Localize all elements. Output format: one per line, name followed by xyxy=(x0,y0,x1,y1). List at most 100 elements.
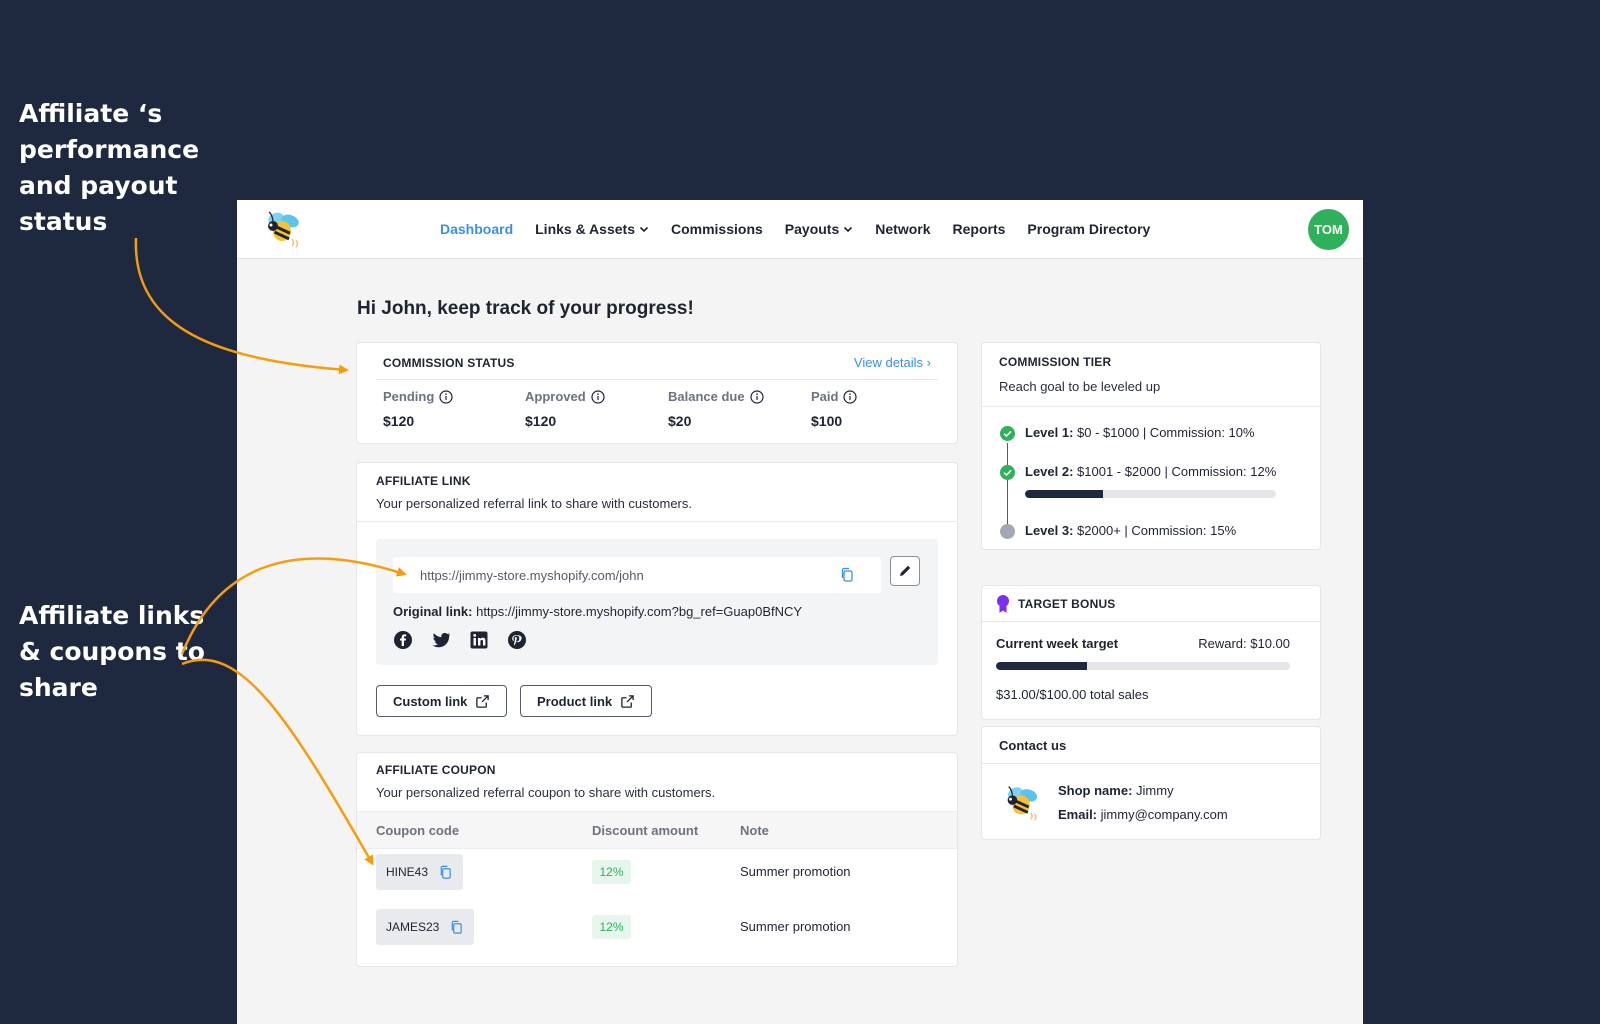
tier-progress-track xyxy=(1025,490,1276,498)
pinterest-icon[interactable] xyxy=(507,630,527,650)
nav-item-payouts[interactable]: Payouts xyxy=(785,221,853,237)
copy-icon[interactable] xyxy=(449,920,464,935)
tier-level-detail: $1001 - $2000 | Commission: 12% xyxy=(1077,464,1277,479)
target-progress-fill xyxy=(996,662,1088,670)
stat-balance-due: Balance due $20 xyxy=(668,389,764,429)
copy-icon[interactable] xyxy=(438,865,453,880)
nav-item-label: Dashboard xyxy=(440,221,514,237)
coupon-code-chip[interactable]: JAMES23 xyxy=(376,909,475,945)
commission-tier-subtitle: Reach goal to be leveled up xyxy=(999,379,1161,394)
nav-item-reports[interactable]: Reports xyxy=(953,221,1006,237)
stat-label-text: Pending xyxy=(383,389,435,404)
tier-level-1: Level 1: $0 - $1000 | Commission: 10% xyxy=(1025,425,1255,440)
commission-status-card: COMMISSION STATUS View details › Pending… xyxy=(356,342,958,444)
divider xyxy=(376,379,938,380)
tier-level-name: Level 2: xyxy=(1025,464,1074,479)
main-nav: Dashboard Links & Assets Commissions Payout… xyxy=(440,200,1150,258)
affiliate-link-title: AFFILIATE LINK xyxy=(376,474,471,488)
divider xyxy=(982,406,1320,407)
product-link-button[interactable]: Product link xyxy=(520,685,653,717)
target-progress-track xyxy=(996,662,1290,670)
copy-icon[interactable] xyxy=(839,567,855,583)
coupon-code-chip[interactable]: HINE43 xyxy=(376,854,464,890)
target-total-sales: $31.00/$100.00 total sales xyxy=(996,687,1149,702)
user-avatar[interactable]: TOM xyxy=(1308,209,1349,250)
tier-level-2: Level 2: $1001 - $2000 | Commission: 12% xyxy=(1025,464,1276,479)
affiliate-link-subtitle: Your personalized referral link to share… xyxy=(376,496,692,511)
info-icon[interactable] xyxy=(843,389,858,404)
tier-level-3: Level 3: $2000+ | Commission: 15% xyxy=(1025,523,1236,538)
nav-item-label: Commissions xyxy=(670,221,763,237)
external-link-icon xyxy=(476,694,490,708)
nav-item-links-assets[interactable]: Links & Assets xyxy=(535,221,649,237)
check-circle-icon xyxy=(1000,426,1015,441)
facebook-icon[interactable] xyxy=(393,630,413,650)
contact-us-title: Contact us xyxy=(999,738,1067,753)
page-greeting: Hi John, keep track of your progress! xyxy=(357,298,694,319)
tier-level-name: Level 3: xyxy=(1025,523,1074,538)
column-header-note: Note xyxy=(740,823,769,838)
pencil-icon xyxy=(900,565,911,576)
current-week-target-label: Current week target xyxy=(996,636,1119,651)
original-link-url: https://jimmy-store.myshopify.com?bg_ref… xyxy=(476,604,803,619)
nav-item-label: Network xyxy=(875,221,931,237)
bee-logo xyxy=(1007,786,1038,821)
tier-level-name: Level 1: xyxy=(1025,425,1074,440)
target-bonus-title: TARGET BONUS xyxy=(1018,597,1116,611)
award-ribbon-icon xyxy=(997,595,1009,613)
callout-performance: Affiliate ‘s performance and payout stat… xyxy=(19,99,200,236)
edit-link-button[interactable] xyxy=(890,556,920,586)
stat-value: $20 xyxy=(668,413,692,429)
reward-amount: Reward: $10.00 xyxy=(1198,636,1290,651)
custom-link-label: Custom link xyxy=(393,693,468,709)
original-link-label: Original link: xyxy=(393,604,473,619)
divider xyxy=(982,763,1320,764)
email-line: Email: jimmy@company.com xyxy=(1058,807,1228,822)
nav-item-label: Program Directory xyxy=(1027,221,1151,237)
target-bonus-row: Current week target Reward: $10.00 xyxy=(996,636,1290,651)
info-icon[interactable] xyxy=(591,389,605,404)
discount-badge: 12% xyxy=(592,915,631,939)
shop-name-label: Shop name: xyxy=(1058,783,1133,798)
nav-item-label: Links & Assets xyxy=(535,221,635,237)
tier-level-detail: $2000+ | Commission: 15% xyxy=(1077,523,1237,538)
linkedin-icon[interactable] xyxy=(469,630,489,650)
target-bonus-card: TARGET BONUS Current week target Reward:… xyxy=(981,585,1321,720)
column-header-discount: Discount amount xyxy=(592,823,699,838)
info-icon[interactable] xyxy=(439,389,453,404)
twitter-icon[interactable] xyxy=(431,630,451,650)
nav-item-network[interactable]: Network xyxy=(875,221,930,237)
affiliate-coupon-subtitle: Your personalized referral coupon to sha… xyxy=(376,785,716,800)
commission-tier-title: COMMISSION TIER xyxy=(999,355,1112,369)
referral-url: https://jimmy-store.myshopify.com/john xyxy=(420,567,644,583)
referral-url-field[interactable]: https://jimmy-store.myshopify.com/john xyxy=(393,557,881,593)
stat-label-text: Approved xyxy=(525,389,586,404)
divider xyxy=(357,521,957,522)
stat-label: Balance due xyxy=(668,389,764,404)
bee-logo xyxy=(268,211,299,248)
tier-level-detail: $0 - $1000 | Commission: 10% xyxy=(1077,425,1255,440)
app-window: Dashboard Links & Assets Commissions Payout… xyxy=(237,200,1363,1024)
stat-label-text: Balance due xyxy=(668,389,745,404)
info-icon[interactable] xyxy=(749,389,764,404)
discount-badge: 12% xyxy=(592,860,631,884)
affiliate-coupon-title: AFFILIATE COUPON xyxy=(376,763,496,777)
affiliate-coupon-card: AFFILIATE COUPON Your personalized refer… xyxy=(356,752,958,967)
stat-value: $100 xyxy=(811,413,843,429)
nav-item-dashboard[interactable]: Dashboard xyxy=(440,221,513,237)
link-box: https://jimmy-store.myshopify.com/john O… xyxy=(376,539,938,665)
product-link-label: Product link xyxy=(537,693,613,709)
nav-item-commissions[interactable]: Commissions xyxy=(671,221,763,237)
tier-progress-fill xyxy=(1025,490,1103,498)
coupon-table-header: Coupon code Discount amount Note xyxy=(357,811,957,849)
coupon-code: HINE43 xyxy=(386,865,429,879)
check-circle-icon xyxy=(1000,465,1015,480)
stat-label: Paid xyxy=(811,389,858,404)
stat-pending: Pending $120 xyxy=(383,389,453,429)
coupon-note: Summer promotion xyxy=(740,864,851,879)
nav-item-program-directory[interactable]: Program Directory xyxy=(1027,221,1150,237)
view-details-link[interactable]: View details › xyxy=(854,355,931,370)
target-bonus-header: TARGET BONUS xyxy=(996,594,1116,614)
top-navbar: Dashboard Links & Assets Commissions Payout… xyxy=(237,200,1363,259)
custom-link-button[interactable]: Custom link xyxy=(376,685,508,717)
